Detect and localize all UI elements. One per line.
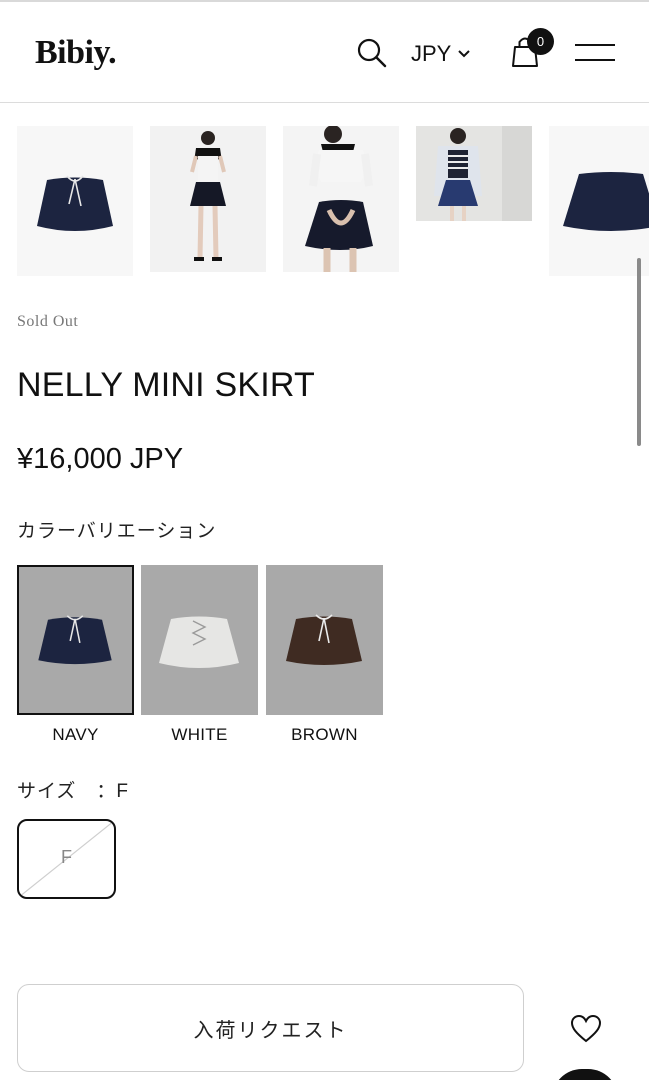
cart-count-badge: 0 [527, 28, 554, 55]
chat-widget-button[interactable] [552, 1069, 618, 1080]
color-swatch-brown[interactable] [266, 565, 383, 715]
menu-button[interactable] [575, 42, 615, 64]
navy-skirt-image [38, 615, 112, 665]
chevron-down-icon [458, 50, 471, 58]
model-photo [190, 131, 226, 261]
skirt-image [563, 172, 649, 231]
model-photo [416, 126, 532, 221]
size-option-label: F [61, 847, 72, 867]
brand-logo[interactable]: Bibiy. [35, 34, 117, 72]
availability-status: Sold Out [17, 313, 79, 330]
cart-button[interactable]: 0 [511, 28, 557, 72]
product-thumbnail-3[interactable] [283, 126, 399, 272]
restock-request-button[interactable]: 入荷リクエスト [17, 984, 524, 1072]
currency-label: JPY [411, 41, 452, 66]
heart-icon [570, 1014, 602, 1043]
skirt-image [37, 175, 113, 231]
currency-selector[interactable]: JPY [411, 40, 471, 68]
white-skirt-image [159, 616, 239, 668]
wishlist-button[interactable] [569, 1013, 603, 1045]
product-thumbnail-2[interactable] [150, 126, 266, 272]
model-photo [305, 126, 373, 272]
product-title: NELLY MINI SKIRT [17, 366, 315, 404]
hamburger-icon-line-top [575, 44, 615, 46]
site-header: Bibiy. JPY 0 [0, 2, 649, 103]
color-swatch-white[interactable] [141, 565, 258, 715]
size-option-f[interactable]: F [17, 819, 116, 899]
product-thumbnail-strip[interactable] [17, 126, 649, 276]
search-icon [357, 38, 387, 68]
product-price: ¥16,000 JPY [17, 443, 184, 475]
product-thumbnail-5[interactable] [549, 126, 649, 276]
color-swatch-navy[interactable] [17, 565, 134, 715]
color-variation-heading: カラーバリエーション [17, 521, 217, 542]
scrollbar[interactable] [637, 258, 641, 446]
color-label-brown: BROWN [291, 725, 358, 744]
search-button[interactable] [355, 36, 389, 70]
size-heading: サイズ ：F [17, 781, 130, 802]
product-thumbnail-1[interactable] [17, 126, 133, 276]
color-label-white: WHITE [171, 725, 228, 744]
hamburger-icon-line-bottom [575, 59, 615, 61]
brown-skirt-image [286, 614, 362, 665]
product-thumbnail-4[interactable] [416, 126, 532, 221]
color-label-navy: NAVY [52, 725, 99, 744]
